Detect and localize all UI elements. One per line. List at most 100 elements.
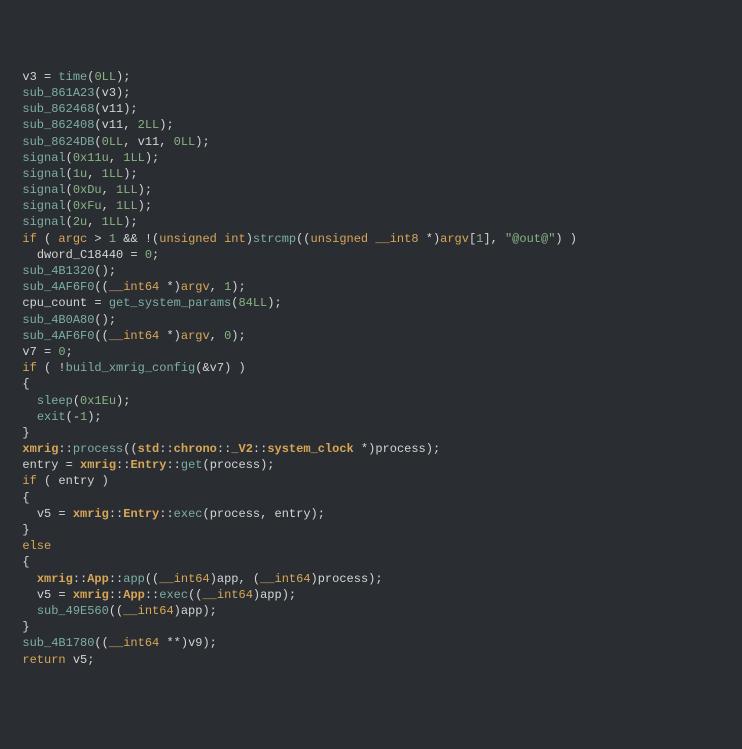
token-op: ( !: [37, 361, 66, 375]
token-op: ;: [87, 653, 94, 667]
token-fn: signal: [22, 151, 65, 165]
token-op: ((: [188, 588, 202, 602]
token-op: ,: [210, 329, 224, 343]
token-op: ,: [109, 151, 123, 165]
code-line[interactable]: if ( !build_xmrig_config(&v7) ): [8, 360, 734, 376]
token-fn: process: [73, 442, 123, 456]
code-line[interactable]: {: [8, 554, 734, 570]
token-num: 0: [145, 248, 152, 262]
code-line[interactable]: xmrig::App::app((__int64)app, (__int64)p…: [8, 571, 734, 587]
token-fn: signal: [22, 167, 65, 181]
code-line[interactable]: sub_4B1780((__int64 **)v9);: [8, 635, 734, 651]
token-fn: sub_862468: [22, 102, 94, 116]
code-line[interactable]: sub_862408(v11, 2LL);: [8, 117, 734, 133]
token-op: && !(: [116, 232, 159, 246]
code-view[interactable]: v3 = time(0LL); sub_861A23(v3); sub_8624…: [8, 69, 734, 668]
code-line[interactable]: if ( argc > 1 && !(unsigned int)strcmp((…: [8, 231, 734, 247]
token-op: =: [87, 296, 109, 310]
token-ns: _V2: [231, 442, 253, 456]
code-line[interactable]: v3 = time(0LL);: [8, 69, 734, 85]
token-op: (-: [66, 410, 80, 424]
token-str: "@out@": [505, 232, 555, 246]
code-line[interactable]: sub_4B1320();: [8, 263, 734, 279]
code-line[interactable]: {: [8, 490, 734, 506]
token-id: process: [375, 442, 425, 456]
code-line[interactable]: v7 = 0;: [8, 344, 734, 360]
token-op: );: [282, 588, 296, 602]
token-num: 0: [58, 345, 65, 359]
token-op: ::: [73, 572, 87, 586]
token-id: v7: [22, 345, 36, 359]
code-line[interactable]: cpu_count = get_system_params(84LL);: [8, 295, 734, 311]
code-line[interactable]: return v5;: [8, 652, 734, 668]
code-line[interactable]: signal(2u, 1LL);: [8, 214, 734, 230]
code-line[interactable]: else: [8, 538, 734, 554]
token-op: ((: [109, 604, 123, 618]
token-op: **): [159, 636, 188, 650]
code-line[interactable]: sub_4B0A80();: [8, 312, 734, 328]
code-line[interactable]: sub_4AF6F0((__int64 *)argv, 0);: [8, 328, 734, 344]
token-id: process: [210, 458, 260, 472]
token-op: ((: [94, 329, 108, 343]
token-op: (: [66, 199, 73, 213]
code-line[interactable]: }: [8, 522, 734, 538]
token-op: (: [94, 118, 101, 132]
token-op: (: [66, 215, 73, 229]
code-line[interactable]: v5 = xmrig::Entry::exec(process, entry);: [8, 506, 734, 522]
token-op: ::: [109, 588, 123, 602]
code-line[interactable]: signal(0x11u, 1LL);: [8, 150, 734, 166]
token-id: v11: [138, 135, 160, 149]
code-line[interactable]: signal(1u, 1LL);: [8, 166, 734, 182]
token-k: int: [224, 232, 246, 246]
code-line[interactable]: signal(0xDu, 1LL);: [8, 182, 734, 198]
token-op: (: [66, 167, 73, 181]
token-op: );: [138, 183, 152, 197]
token-fn: signal: [22, 183, 65, 197]
code-line[interactable]: sub_4AF6F0((__int64 *)argv, 1);: [8, 279, 734, 295]
token-op: );: [202, 604, 216, 618]
token-fn: get: [181, 458, 203, 472]
token-fn: time: [58, 70, 87, 84]
code-line[interactable]: }: [8, 619, 734, 635]
token-num: 0xDu: [73, 183, 102, 197]
token-fn: sub_4B1780: [22, 636, 94, 650]
token-ns: std: [138, 442, 160, 456]
token-op: *): [354, 442, 376, 456]
token-op: ();: [94, 264, 116, 278]
token-op: );: [123, 102, 137, 116]
code-line[interactable]: entry = xmrig::Entry::get(process);: [8, 457, 734, 473]
token-id: v3: [22, 70, 36, 84]
token-fn: build_xmrig_config: [66, 361, 196, 375]
token-op: ((: [145, 572, 159, 586]
token-fn: sub_49E560: [37, 604, 109, 618]
code-line[interactable]: sleep(0x1Eu);: [8, 393, 734, 409]
code-line[interactable]: sub_861A23(v3);: [8, 85, 734, 101]
token-ns: Entry: [123, 507, 159, 521]
token-ty: __int64: [159, 572, 209, 586]
token-ns: xmrig: [22, 442, 58, 456]
token-op: ::: [145, 588, 159, 602]
code-line[interactable]: xmrig::process((std::chrono::_V2::system…: [8, 441, 734, 457]
token-op: ((: [94, 280, 108, 294]
code-line[interactable]: dword_C18440 = 0;: [8, 247, 734, 263]
token-fn: strcmp: [253, 232, 296, 246]
code-line[interactable]: sub_49E560((__int64)app);: [8, 603, 734, 619]
token-id: v9: [188, 636, 202, 650]
code-line[interactable]: {: [8, 376, 734, 392]
token-fn: get_system_params: [109, 296, 231, 310]
token-op: ((: [94, 636, 108, 650]
code-line[interactable]: v5 = xmrig::App::exec((__int64)app);: [8, 587, 734, 603]
token-id: entry: [275, 507, 311, 521]
code-line[interactable]: }: [8, 425, 734, 441]
code-line[interactable]: sub_8624DB(0LL, v11, 0LL);: [8, 134, 734, 150]
token-ty: __int64: [109, 280, 159, 294]
token-fn: exit: [37, 410, 66, 424]
token-op: ::: [58, 442, 72, 456]
token-ns: xmrig: [73, 588, 109, 602]
code-line[interactable]: sub_862468(v11);: [8, 101, 734, 117]
code-line[interactable]: if ( entry ): [8, 473, 734, 489]
code-line[interactable]: signal(0xFu, 1LL);: [8, 198, 734, 214]
code-line[interactable]: exit(-1);: [8, 409, 734, 425]
token-k: if: [22, 361, 36, 375]
token-k: if: [22, 474, 36, 488]
